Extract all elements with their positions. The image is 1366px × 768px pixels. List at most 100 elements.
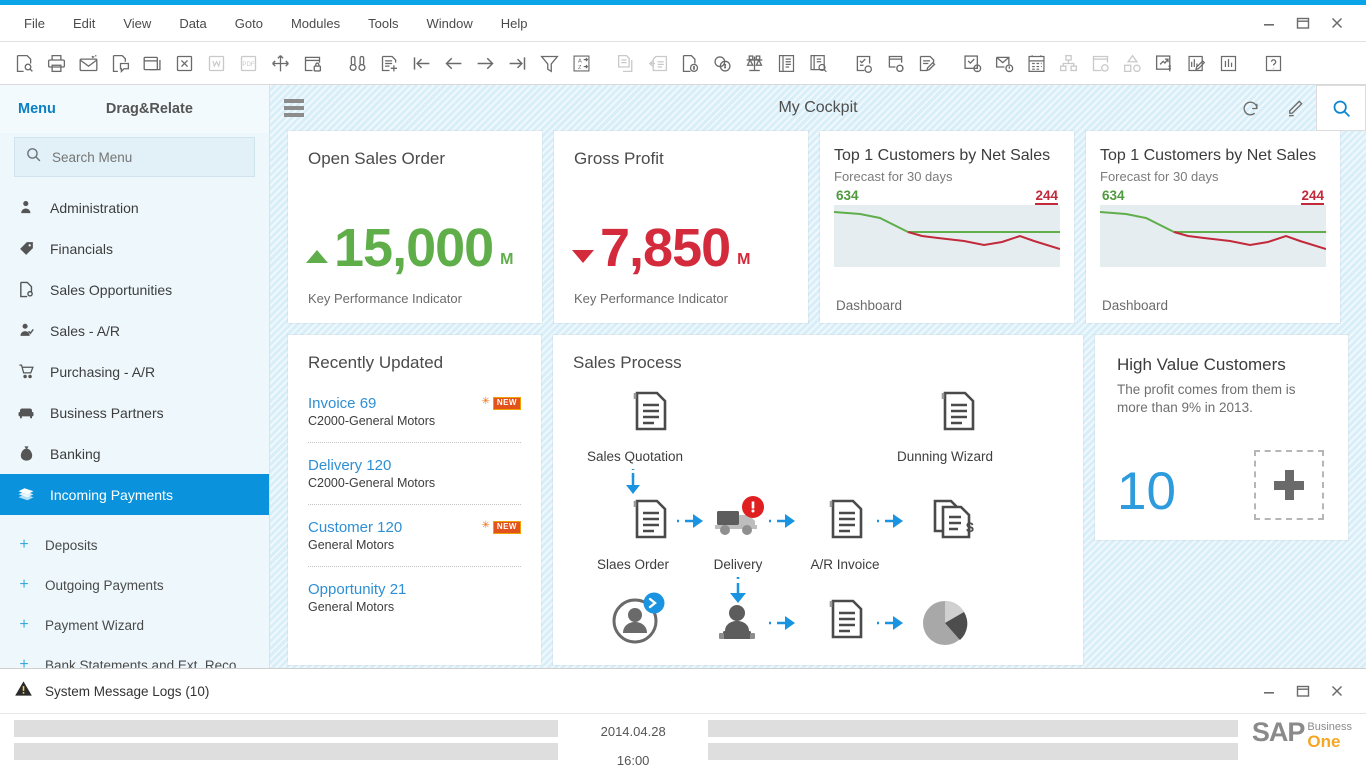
- list-item-title[interactable]: Delivery 120: [308, 457, 521, 474]
- kpi-value: 15,000: [334, 221, 493, 275]
- drag-relate-icon[interactable]: [1116, 47, 1148, 79]
- sidebar-item-financials[interactable]: Financials: [0, 228, 269, 269]
- export-excel-icon[interactable]: [168, 47, 200, 79]
- cash-flow-icon[interactable]: [1148, 47, 1180, 79]
- edit-chart-icon[interactable]: [1180, 47, 1212, 79]
- widget-open-sales-order[interactable]: Open Sales Order 15,000 M Key Performanc…: [288, 131, 542, 323]
- refresh-icon[interactable]: [1228, 85, 1272, 131]
- export-word-icon[interactable]: [200, 47, 232, 79]
- menu-view[interactable]: View: [109, 12, 165, 35]
- menu-file[interactable]: File: [10, 12, 59, 35]
- preview-icon[interactable]: [8, 47, 40, 79]
- paste-row-icon[interactable]: [642, 47, 674, 79]
- sms-icon[interactable]: [104, 47, 136, 79]
- find-icon[interactable]: [341, 47, 373, 79]
- sort-icon[interactable]: AZ: [565, 47, 597, 79]
- widget-top-customers-1[interactable]: Top 1 Customers by Net Sales Forecast fo…: [820, 131, 1074, 323]
- filter-icon[interactable]: [533, 47, 565, 79]
- widget-high-value-customers[interactable]: High Value Customers The profit comes fr…: [1095, 335, 1348, 540]
- sidebar-item-incoming-payments[interactable]: Incoming Payments: [0, 474, 269, 515]
- pencil-icon[interactable]: [1272, 85, 1316, 131]
- menu-help[interactable]: Help: [487, 12, 542, 35]
- application-window: File Edit View Data Goto Modules Tools W…: [0, 0, 1366, 768]
- menu-goto[interactable]: Goto: [221, 12, 277, 35]
- widget-recently-updated[interactable]: Recently Updated Invoice 69 C2000-Genera…: [288, 335, 541, 665]
- calendar-icon[interactable]: [1020, 47, 1052, 79]
- list-item[interactable]: Delivery 120 C2000-General Motors: [308, 457, 521, 504]
- dashboard-icon[interactable]: [1212, 47, 1244, 79]
- previous-record-icon[interactable]: [437, 47, 469, 79]
- panel-minimize-button[interactable]: [1254, 678, 1284, 704]
- panel-close-button[interactable]: [1322, 678, 1352, 704]
- gross-profit-icon[interactable]: [674, 47, 706, 79]
- minimize-button[interactable]: [1254, 10, 1284, 36]
- widget-sales-process[interactable]: Sales Process: [553, 335, 1083, 665]
- menu-modules[interactable]: Modules: [277, 12, 354, 35]
- lock-screen-icon[interactable]: [296, 47, 328, 79]
- menu-window[interactable]: Window: [412, 12, 486, 35]
- search-menu-box[interactable]: [14, 137, 255, 177]
- launch-app-icon[interactable]: [264, 47, 296, 79]
- plus-icon: +: [19, 536, 29, 554]
- svg-text:PDF: PDF: [242, 61, 254, 68]
- settings-form-icon[interactable]: [879, 47, 911, 79]
- menu-data[interactable]: Data: [165, 12, 220, 35]
- journal-preview-icon[interactable]: [802, 47, 834, 79]
- menu-tools[interactable]: Tools: [354, 12, 412, 35]
- list-item-title[interactable]: Opportunity 21: [308, 581, 521, 598]
- node-report: [831, 601, 861, 637]
- trend-down-icon: [572, 250, 594, 263]
- sparkline-chart: [1100, 205, 1326, 267]
- relationship-map-icon[interactable]: [1084, 47, 1116, 79]
- cockpit-search-button[interactable]: [1316, 85, 1366, 131]
- sidebar-item-purchasing-ar[interactable]: Purchasing - A/R: [0, 351, 269, 392]
- user-defined-values-icon[interactable]: [847, 47, 879, 79]
- edit-form-icon[interactable]: [911, 47, 943, 79]
- logo-business-one: Business One: [1307, 720, 1352, 750]
- menu-edit[interactable]: Edit: [59, 12, 109, 35]
- sidebar-item-banking[interactable]: Banking: [0, 433, 269, 474]
- volume-weight-icon[interactable]: [738, 47, 770, 79]
- sidebar-subitem-outgoing-payments[interactable]: + Outgoing Payments: [0, 565, 269, 605]
- list-item-subtitle: General Motors: [308, 600, 521, 614]
- approval-icon[interactable]: [988, 47, 1020, 79]
- help-icon[interactable]: [1257, 47, 1289, 79]
- sidebar-subitem-bank-statements[interactable]: + Bank Statements and Ext. Reco: [0, 645, 269, 668]
- first-record-icon[interactable]: [405, 47, 437, 79]
- widget-gross-profit[interactable]: Gross Profit 7,850 M Key Performance Ind…: [554, 131, 808, 323]
- add-widget-button[interactable]: [1254, 450, 1324, 520]
- list-item[interactable]: Opportunity 21 General Motors: [308, 581, 521, 628]
- sidebar-item-sales-opportunities[interactable]: Sales Opportunities: [0, 269, 269, 310]
- widget-top-customers-2[interactable]: Top 1 Customers by Net Sales Forecast fo…: [1086, 131, 1340, 323]
- add-record-icon[interactable]: [373, 47, 405, 79]
- journal-entry-icon[interactable]: [770, 47, 802, 79]
- sidebar-item-administration[interactable]: Administration: [0, 187, 269, 228]
- chart-value-labels: 634 244: [1100, 188, 1326, 205]
- sidebar-subitem-deposits[interactable]: + Deposits: [0, 525, 269, 565]
- export-pdf-icon[interactable]: PDF: [232, 47, 264, 79]
- tab-menu[interactable]: Menu: [10, 97, 64, 121]
- copy-row-icon[interactable]: [610, 47, 642, 79]
- org-chart-icon[interactable]: [1052, 47, 1084, 79]
- close-button[interactable]: [1322, 10, 1352, 36]
- copy-window-icon[interactable]: [136, 47, 168, 79]
- document-gear-icon: [16, 281, 36, 298]
- sidebar-item-sales-ar[interactable]: Sales - A/R: [0, 310, 269, 351]
- panel-restore-button[interactable]: [1288, 678, 1318, 704]
- restore-button[interactable]: [1288, 10, 1318, 36]
- list-item[interactable]: Customer 120 General Motors ✳ NEW: [308, 519, 521, 566]
- list-item[interactable]: Invoice 69 C2000-General Motors ✳ NEW: [308, 395, 521, 442]
- exchange-rate-icon[interactable]: [706, 47, 738, 79]
- print-icon[interactable]: [40, 47, 72, 79]
- sidebar-item-business-partners[interactable]: Business Partners: [0, 392, 269, 433]
- search-input[interactable]: [52, 150, 244, 165]
- log-placeholder-bar: [708, 743, 1238, 760]
- messages-alerts-icon[interactable]: [956, 47, 988, 79]
- next-record-icon[interactable]: [469, 47, 501, 79]
- email-icon[interactable]: [72, 47, 104, 79]
- tab-drag-relate[interactable]: Drag&Relate: [98, 97, 201, 121]
- widget-title: Top 1 Customers by Net Sales: [1100, 146, 1326, 165]
- last-record-icon[interactable]: [501, 47, 533, 79]
- window-controls: [1254, 10, 1366, 36]
- sidebar-subitem-payment-wizard[interactable]: + Payment Wizard: [0, 605, 269, 645]
